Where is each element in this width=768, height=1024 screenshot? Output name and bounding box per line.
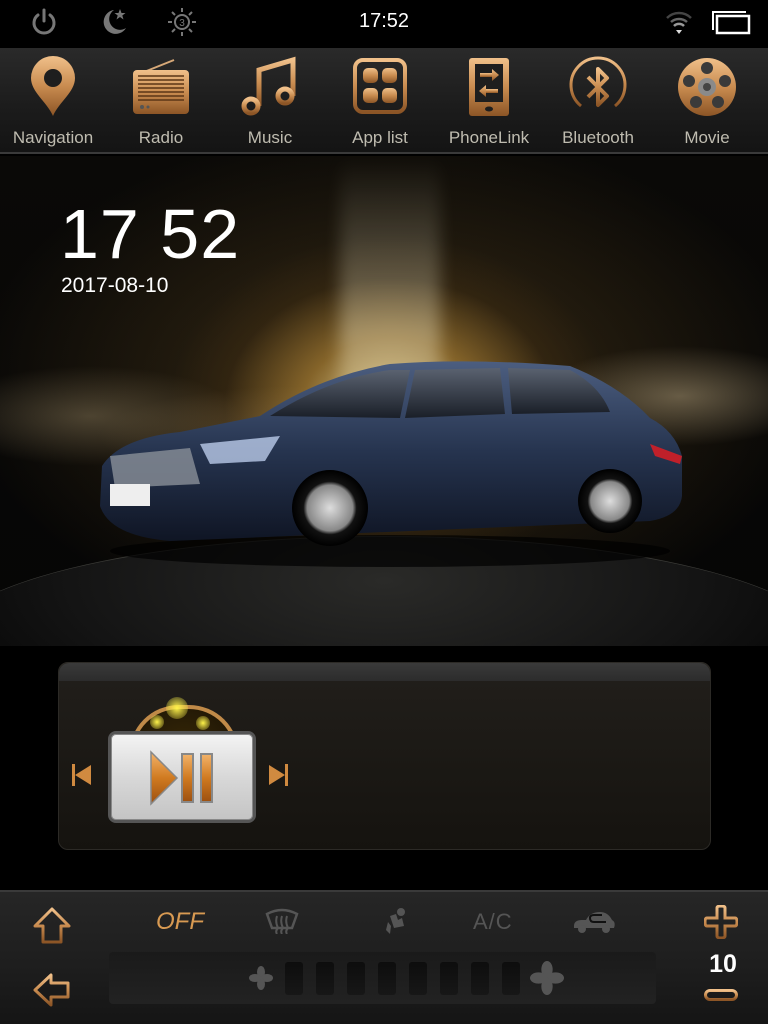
dock-item-movie[interactable]: Movie: [652, 48, 762, 152]
fan-low-icon: [249, 966, 273, 990]
back-button[interactable]: [32, 972, 72, 1013]
media-widget-header: [59, 663, 710, 681]
dock-item-music[interactable]: Music: [215, 48, 325, 152]
dock-label-movie: Movie: [684, 128, 730, 147]
play-pause-button[interactable]: [108, 731, 256, 823]
home-clock: 17 52: [60, 195, 241, 273]
fan-level-segment: [502, 962, 520, 995]
radio-icon: [133, 59, 189, 114]
dock-item-radio[interactable]: Radio: [106, 48, 216, 152]
climate-control-bar: OFF A/C 10: [0, 890, 768, 1024]
fan-level-segment: [316, 962, 334, 995]
fan-level-segment: [409, 962, 427, 995]
home-wallpaper: 17 52 2017-08-10: [0, 156, 768, 646]
temperature-down-button[interactable]: [704, 988, 738, 1006]
fan-level-segment: [440, 962, 458, 995]
air-recirculation-button[interactable]: [572, 910, 616, 939]
previous-track-button[interactable]: [71, 763, 93, 792]
dock-item-app-list[interactable]: App list: [325, 48, 435, 152]
dock-label-app-list: App list: [352, 128, 408, 147]
status-bar: 3 17:52: [0, 0, 768, 44]
fan-level-segment: [378, 962, 396, 995]
play-pause-icon: [150, 750, 213, 806]
seat-heat-button[interactable]: [382, 906, 408, 941]
phonelink-icon: [469, 58, 509, 116]
app-dock: Navigation Radio Music App list PhoneLin…: [0, 48, 768, 154]
back-arrow-icon: [33, 973, 70, 1007]
media-widget: [58, 662, 711, 850]
seat-icon: [386, 908, 405, 934]
dock-label-radio: Radio: [138, 128, 184, 147]
wifi-icon: [663, 6, 695, 38]
minus-icon: [704, 989, 738, 1001]
plus-icon: [703, 904, 739, 940]
fan-high-icon: [530, 961, 564, 995]
film-reel-icon: [678, 58, 736, 116]
glow-light: [166, 697, 188, 719]
dock-item-bluetooth[interactable]: Bluetooth: [543, 48, 653, 152]
dock-label-music: Music: [247, 128, 293, 147]
car-head-unit-screen: 3 17:52 Navigation Radio Music App list …: [0, 0, 768, 1024]
fan-speed-slider[interactable]: [109, 952, 656, 1004]
temperature-value: 10: [709, 950, 737, 978]
glow-light: [196, 716, 210, 730]
climate-power-toggle[interactable]: OFF: [156, 908, 204, 936]
fan-level-segment: [471, 962, 489, 995]
ac-button[interactable]: A/C: [473, 909, 513, 935]
recirculation-icon: [574, 912, 615, 933]
fan-level-segment: [285, 962, 303, 995]
dock-label-bluetooth: Bluetooth: [562, 128, 634, 147]
recent-apps-icon[interactable]: [710, 6, 752, 38]
home-date: 2017-08-10: [61, 274, 169, 297]
fan-level-segment: [347, 962, 365, 995]
skip-previous-icon: [72, 764, 91, 786]
dock-label-phonelink: PhoneLink: [448, 128, 530, 147]
music-note-icon: [241, 56, 296, 116]
dock-item-phonelink[interactable]: PhoneLink: [434, 48, 544, 152]
skip-next-icon: [269, 764, 288, 786]
bluetooth-icon: [569, 56, 627, 108]
defrost-icon: [265, 908, 299, 935]
app-grid-icon: [353, 58, 407, 114]
dock-label-navigation: Navigation: [12, 128, 94, 147]
temperature-up-button[interactable]: [703, 904, 739, 944]
map-pin-icon: [31, 56, 75, 116]
car-image: [100, 361, 682, 567]
dock-item-navigation[interactable]: Navigation: [0, 48, 108, 152]
glow-light: [150, 715, 164, 729]
next-track-button[interactable]: [267, 763, 289, 792]
rear-defrost-button[interactable]: [264, 908, 300, 939]
home-icon: [33, 907, 71, 944]
status-time: 17:52: [358, 10, 410, 32]
home-button[interactable]: [32, 906, 72, 951]
